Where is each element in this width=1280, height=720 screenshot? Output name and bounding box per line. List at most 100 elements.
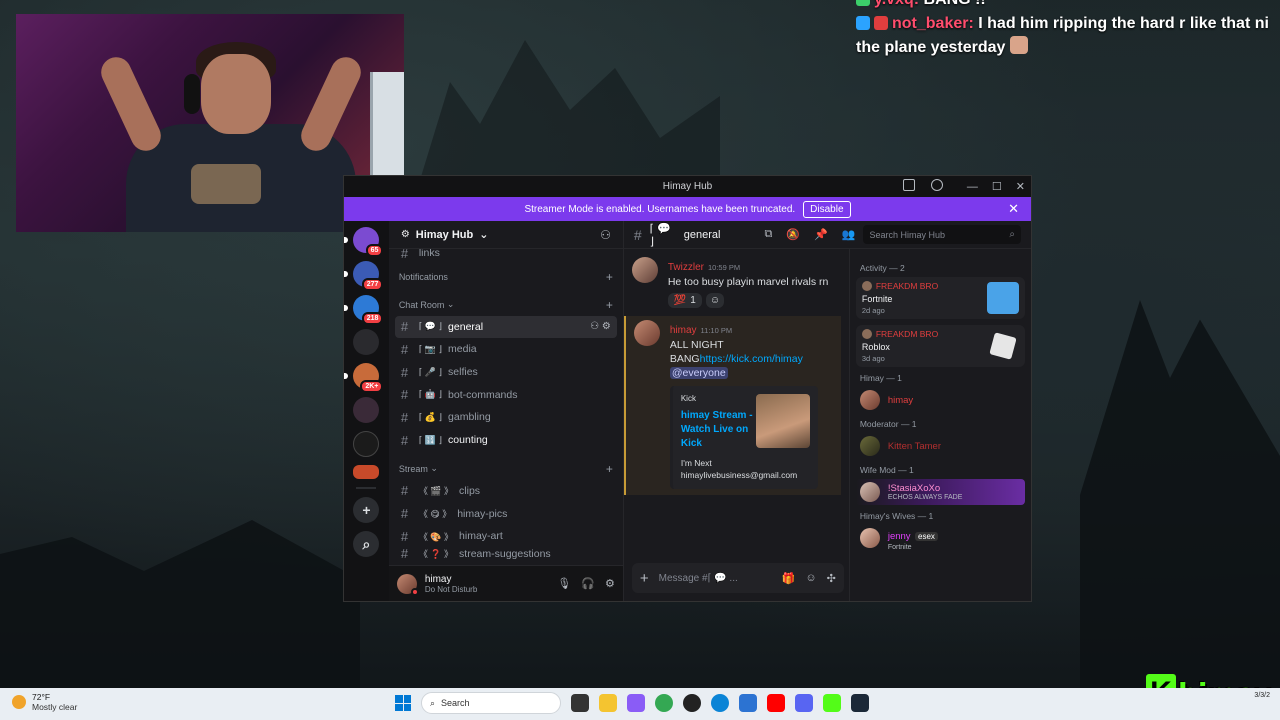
task-view-icon[interactable] <box>571 694 589 712</box>
threads-icon[interactable]: ⧉ <box>765 228 773 241</box>
invite-icon[interactable]: ⚇ <box>600 228 611 242</box>
member-item[interactable]: jenny esex Fortnite <box>856 525 1025 551</box>
taskbar-search[interactable]: ⌕ Search <box>421 692 561 714</box>
close-button[interactable]: ✕ <box>1016 180 1025 193</box>
edge-icon[interactable] <box>711 694 729 712</box>
embed-thumbnail[interactable] <box>755 394 810 448</box>
background-castle <box>420 40 720 180</box>
avatar <box>861 281 872 291</box>
channel-stream-suggestions[interactable]: # 《 ❓ 》 stream-suggestions <box>395 548 617 560</box>
member-item[interactable]: himay <box>856 387 1025 413</box>
message-author[interactable]: himay <box>670 325 697 336</box>
mute-bell-icon[interactable]: 🔕 <box>786 228 800 241</box>
channel-himay-pics[interactable]: # 《 😋 》 himay-pics <box>395 503 617 525</box>
chat-text: I had him ripping the hard r like that n… <box>978 15 1269 32</box>
server-icon[interactable] <box>353 329 380 355</box>
file-explorer-icon[interactable] <box>599 694 617 712</box>
pin-icon[interactable]: 📌 <box>814 228 828 241</box>
category-stream[interactable]: Stream ⌄ + <box>395 452 617 480</box>
embed-title[interactable]: himay Stream - Watch Live on Kick <box>681 409 753 451</box>
store-icon[interactable] <box>739 694 757 712</box>
avatar <box>859 390 880 410</box>
message-text: ALL NIGHT <box>669 339 724 351</box>
copilot-icon[interactable] <box>627 694 645 712</box>
inbox-icon[interactable] <box>903 179 915 191</box>
reaction[interactable]: 💯 1 <box>667 293 702 308</box>
channel-counting[interactable]: # ⌈ 🔢 ⌋ counting <box>395 429 617 451</box>
channel-general[interactable]: # ⌈ 💬 ⌋ general ⚇ ⚙ <box>394 315 617 338</box>
member-item[interactable]: !StasiaXoXo ECHOS ALWAYS FADE <box>855 479 1025 505</box>
channel-media[interactable]: # ⌈ 📷 ⌋ media <box>395 338 617 360</box>
steam-icon[interactable] <box>851 694 869 712</box>
channel-settings-icon[interactable]: ⚇ ⚙ <box>590 321 611 332</box>
server-icon-himay[interactable] <box>353 465 380 479</box>
member-list-icon[interactable]: 👥 <box>842 228 856 241</box>
activity-card[interactable]: FREAKDM BRO Fortnite 2d ago <box>855 277 1025 319</box>
help-icon[interactable] <box>931 179 943 191</box>
activity-time: 2d ago <box>861 306 885 315</box>
minimize-button[interactable]: — <box>967 181 978 193</box>
message[interactable]: Twizzler 10:59 PM He too busy playin marv… <box>631 257 841 308</box>
stream-link[interactable]: https://kick.com/himay <box>700 353 803 365</box>
server-icon[interactable]: 277 <box>344 261 384 291</box>
add-server-icon[interactable]: + <box>353 497 380 523</box>
add-channel-icon[interactable]: + <box>606 270 613 284</box>
attach-plus-icon[interactable]: + <box>640 570 649 587</box>
banner-text: Streamer Mode is enabled. Usernames have… <box>524 203 796 215</box>
server-icon-twitch[interactable]: 65 <box>344 227 384 257</box>
avatar[interactable] <box>633 320 660 346</box>
youtube-icon[interactable] <box>767 694 785 712</box>
add-reaction-icon[interactable]: ☺ <box>705 293 725 308</box>
apps-icon[interactable]: ✣ <box>827 572 836 585</box>
emoji-icon[interactable]: ☺ <box>805 572 816 585</box>
microphone-icon[interactable]: 🎙 <box>557 577 571 590</box>
app-icon[interactable] <box>683 694 701 712</box>
everyone-mention[interactable]: @everyone <box>669 367 728 379</box>
banner-close-icon[interactable]: ✕ <box>1008 201 1019 217</box>
message-author[interactable]: Twizzler <box>668 262 704 273</box>
activity-card[interactable]: FREAKDM BRO Roblox 3d ago <box>855 325 1025 367</box>
avatar <box>859 482 880 502</box>
explore-icon[interactable]: ⌕ <box>353 531 380 557</box>
chat-text-cont: the plane yesterday <box>856 39 1006 56</box>
channel-prefix: ⌈ 💬 ⌋ <box>649 222 671 248</box>
add-channel-icon[interactable]: + <box>606 462 613 476</box>
chat-emote-icon <box>1009 36 1028 54</box>
server-icon[interactable] <box>353 431 380 457</box>
message-mention[interactable]: himay 11:10 PM ALL NIGHT BANGhttps://kick… <box>623 316 841 495</box>
channel-gambling[interactable]: # ⌈ 💰 ⌋ gambling <box>395 406 617 428</box>
channel-bot-commands[interactable]: # ⌈ 🤖 ⌋ bot-commands <box>395 384 617 406</box>
avatar[interactable] <box>396 573 419 596</box>
headphones-icon[interactable]: 🎧 <box>581 577 595 590</box>
settings-gear-icon[interactable]: ⚙ <box>605 577 615 590</box>
activity-time: 3d ago <box>861 354 885 363</box>
channel-links[interactable]: # links <box>395 249 617 259</box>
member-item[interactable]: Kitten Tamer <box>856 433 1025 459</box>
server-icon[interactable]: 2K+ <box>344 363 384 393</box>
avatar[interactable] <box>631 257 658 283</box>
discord-icon[interactable] <box>795 694 813 712</box>
message-input[interactable]: Message #⌈ 💬 ... <box>659 573 738 584</box>
search-input[interactable]: Search Himay Hub ⌕ <box>863 225 1021 244</box>
start-button[interactable] <box>395 695 411 711</box>
channel-selfies[interactable]: # ⌈ 🎤 ⌋ selfies <box>395 361 617 383</box>
server-icon[interactable] <box>353 397 380 423</box>
weather-widget[interactable]: 72°F Mostly clear <box>12 692 77 712</box>
system-tray-date[interactable]: 3/3/2 <box>1254 692 1270 699</box>
gift-icon[interactable]: 🎁 <box>782 572 796 585</box>
channel-himay-art[interactable]: # 《 🎨 》 himay-art <box>395 525 617 547</box>
chrome-icon[interactable] <box>655 694 673 712</box>
user-panel: himay Do Not Disturb 🎙 🎧 ⚙ <box>388 565 623 601</box>
disable-button[interactable]: Disable <box>803 200 851 218</box>
category-notifications[interactable]: Notifications + <box>395 260 617 288</box>
background-tower <box>1080 300 1280 690</box>
channel-clips[interactable]: # 《 🎬 》 clips <box>395 480 617 502</box>
maximize-button[interactable]: ☐ <box>992 180 1002 193</box>
server-header[interactable]: ⚙ Himay Hub ⌄ ⚇ <box>388 221 623 249</box>
add-channel-icon[interactable]: + <box>606 298 613 312</box>
kick-icon[interactable] <box>823 694 841 712</box>
message-composer[interactable]: + Message #⌈ 💬 ... 🎁 ☺ ✣ <box>631 563 844 593</box>
channel-sidebar: ⚙ Himay Hub ⌄ ⚇ # links Notifications + Ch… <box>388 221 624 601</box>
category-chatroom[interactable]: Chat Room ⌄ + <box>395 288 617 316</box>
server-icon[interactable]: 218 <box>344 295 384 325</box>
